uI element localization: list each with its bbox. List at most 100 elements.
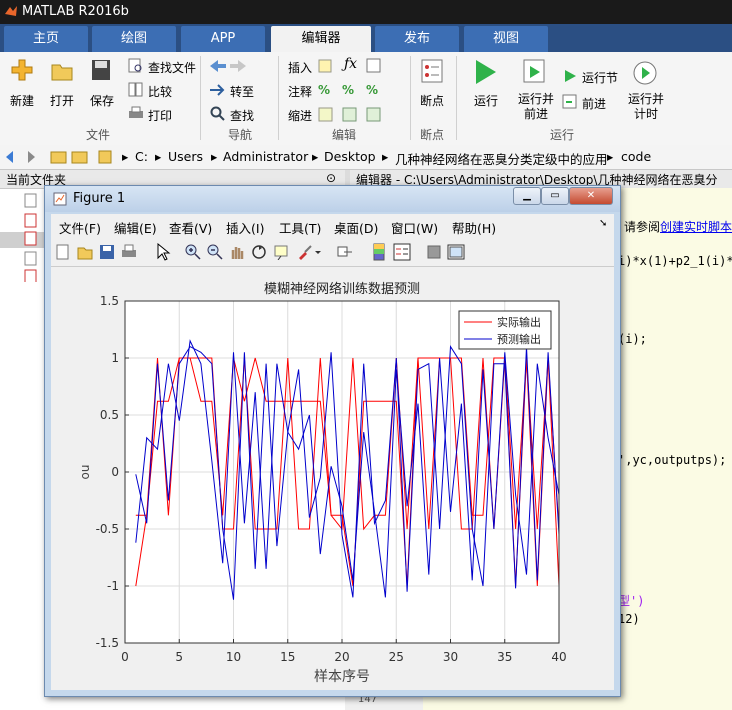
new-button[interactable]: 新建 bbox=[10, 92, 34, 109]
find-files-button[interactable]: 查找文件 bbox=[148, 59, 196, 76]
save-icon bbox=[92, 60, 110, 80]
new-figure-icon[interactable] bbox=[55, 244, 71, 260]
code-line[interactable]: ',yc,outputps); bbox=[618, 453, 726, 467]
selected-file-row[interactable] bbox=[0, 232, 45, 248]
code-line[interactable]: 型') bbox=[618, 592, 644, 609]
run-and-time-button[interactable]: 运行并 计时 bbox=[628, 92, 664, 122]
breadcrumb-desktop[interactable]: Desktop bbox=[324, 149, 376, 164]
line-chart[interactable]: 0 5 10 15 20 25 30 35 40 -1.5 -1 -0.5 0 0.5 1 1.5 模糊神经网络… bbox=[51, 267, 614, 690]
print-button[interactable]: 打印 bbox=[148, 107, 172, 124]
menu-view[interactable]: 查看(V) bbox=[169, 218, 212, 237]
address-bar: ▸ C: ▸ Users ▸ Administrator ▸ Desktop ▸… bbox=[0, 145, 732, 170]
legend-label: 预测输出 bbox=[497, 332, 541, 346]
find-button[interactable]: 查找 bbox=[230, 107, 254, 124]
legend-icon[interactable] bbox=[393, 243, 411, 261]
save-figure-icon[interactable] bbox=[99, 244, 115, 260]
breadcrumb-drive[interactable]: C: bbox=[135, 149, 148, 164]
run-and-time-icon bbox=[633, 61, 657, 85]
goto-icon bbox=[210, 84, 225, 96]
data-cursor-icon[interactable] bbox=[273, 244, 291, 260]
x-tick-label: 25 bbox=[389, 650, 404, 664]
breakpoints-group-label: 断点 bbox=[420, 128, 445, 142]
nav-back-forward-icon[interactable] bbox=[4, 149, 44, 165]
live-script-link[interactable]: 创建实时脚本 bbox=[660, 220, 732, 234]
panel-menu-icon[interactable]: ⊙ bbox=[326, 171, 336, 185]
hide-plot-tools-icon[interactable] bbox=[427, 245, 441, 259]
breadcrumb-separator: ▸ bbox=[122, 149, 129, 164]
root-folder-icon[interactable] bbox=[98, 149, 112, 165]
run-and-advance-button[interactable]: 运行并 前进 bbox=[518, 92, 554, 122]
link-plot-icon[interactable] bbox=[337, 244, 353, 260]
tab-apps[interactable]: APP bbox=[181, 26, 265, 52]
pan-hand-icon[interactable] bbox=[229, 244, 245, 260]
figure-canvas: 0 5 10 15 20 25 30 35 40 -1.5 -1 -0.5 0 0.5 1 1.5 模糊神经网络… bbox=[51, 267, 614, 690]
open-button[interactable]: 打开 bbox=[50, 92, 74, 109]
code-line[interactable]: 12) bbox=[618, 612, 640, 626]
save-button[interactable]: 保存 bbox=[90, 92, 114, 109]
menu-edit[interactable]: 编辑(E) bbox=[114, 218, 157, 237]
brush-icon[interactable] bbox=[297, 244, 321, 260]
code-line[interactable]: (i); bbox=[618, 332, 647, 346]
advance-button[interactable]: 前进 bbox=[582, 95, 606, 112]
indent-button[interactable]: 缩进 bbox=[288, 107, 312, 124]
fx-icon[interactable]: ƒx bbox=[344, 56, 357, 72]
uncomment-icon[interactable]: % bbox=[366, 83, 378, 97]
figure-title: Figure 1 bbox=[73, 191, 126, 206]
ribbon-tab-row: 主页 绘图 APP 编辑器 发布 视图 bbox=[0, 24, 732, 52]
y-tick-label: 0 bbox=[111, 465, 119, 479]
menu-tools[interactable]: 工具(T) bbox=[279, 218, 321, 237]
run-button[interactable]: 运行 bbox=[474, 92, 498, 109]
wrap-comment-icon[interactable]: % bbox=[342, 83, 354, 97]
run-advance-icon bbox=[523, 59, 545, 83]
open-folder-icon bbox=[51, 64, 73, 81]
colorbar-icon[interactable] bbox=[373, 243, 385, 261]
rotate-3d-icon[interactable] bbox=[251, 244, 267, 260]
comment-button[interactable]: 注释 bbox=[288, 83, 312, 100]
zoom-in-icon[interactable] bbox=[185, 244, 201, 260]
percent-comment-icon[interactable]: % bbox=[318, 83, 330, 97]
breadcrumb-users[interactable]: Users bbox=[168, 149, 203, 164]
breakpoints-button[interactable]: 断点 bbox=[420, 92, 444, 109]
figure-window[interactable]: Figure 1 ▁ ▭ ✕ 文件(F) 编辑(E) 查看(V) 插入(I) 工… bbox=[44, 185, 621, 697]
run-play-icon bbox=[476, 60, 496, 84]
insert-section-icon bbox=[318, 59, 332, 73]
x-axis-label: 样本序号 bbox=[314, 669, 370, 685]
print-figure-icon[interactable] bbox=[121, 244, 137, 260]
tab-view[interactable]: 视图 bbox=[464, 26, 548, 52]
minimize-button[interactable]: ▁ bbox=[513, 187, 541, 205]
figure-title-bar[interactable]: Figure 1 ▁ ▭ ✕ bbox=[45, 186, 620, 212]
chart-title: 模糊神经网络训练数据预测 bbox=[264, 281, 420, 297]
show-plot-tools-icon[interactable] bbox=[447, 243, 465, 261]
menu-insert[interactable]: 插入(I) bbox=[226, 218, 264, 237]
breadcrumb-administrator[interactable]: Administrator bbox=[223, 149, 308, 164]
menu-help[interactable]: 帮助(H) bbox=[452, 218, 496, 237]
menu-desktop[interactable]: 桌面(D) bbox=[334, 218, 378, 237]
code-line[interactable]: i)*x(1)+p2_1(i)*x bbox=[618, 254, 732, 268]
run-section-button[interactable]: 运行节 bbox=[582, 69, 618, 86]
pointer-icon[interactable] bbox=[155, 243, 171, 261]
matlab-logo-icon bbox=[5, 6, 17, 16]
goto-button[interactable]: 转至 bbox=[230, 83, 254, 100]
close-button[interactable]: ✕ bbox=[569, 187, 613, 205]
insert-button[interactable]: 插入 bbox=[288, 59, 312, 76]
ribbon-divider bbox=[200, 56, 201, 140]
maximize-button[interactable]: ▭ bbox=[541, 187, 569, 205]
figure-icon bbox=[53, 192, 67, 206]
menu-dock-arrow-icon[interactable]: ➘ bbox=[599, 218, 607, 229]
menu-window[interactable]: 窗口(W) bbox=[391, 218, 438, 237]
menu-file[interactable]: 文件(F) bbox=[59, 218, 101, 237]
open-file-icon[interactable] bbox=[77, 244, 93, 260]
tab-plots[interactable]: 绘图 bbox=[92, 26, 176, 52]
x-tick-label: 40 bbox=[551, 650, 566, 664]
tab-home[interactable]: 主页 bbox=[4, 26, 88, 52]
new-icon bbox=[11, 59, 33, 81]
zoom-out-icon[interactable] bbox=[207, 244, 223, 260]
tab-publish[interactable]: 发布 bbox=[375, 26, 459, 52]
breadcrumb-project[interactable]: 几种神经网络在恶臭分类定级中的应用 bbox=[395, 149, 608, 168]
breadcrumb-code[interactable]: code bbox=[621, 149, 651, 164]
folder-up-icon[interactable] bbox=[50, 149, 90, 165]
tab-editor[interactable]: 编辑器 bbox=[271, 26, 371, 52]
compare-button[interactable]: 比较 bbox=[148, 83, 172, 100]
x-tick-label: 35 bbox=[497, 650, 512, 664]
x-tick-label: 10 bbox=[226, 650, 241, 664]
